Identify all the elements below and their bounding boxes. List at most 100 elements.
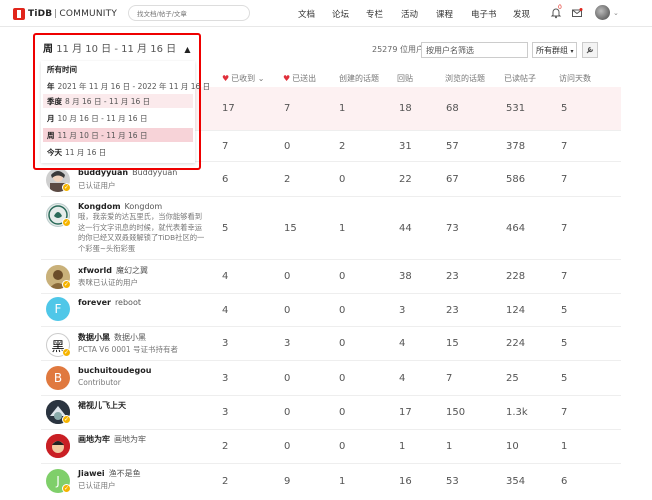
avatar[interactable] — [46, 434, 70, 458]
verified-badge-icon: ✓ — [62, 183, 71, 192]
nav-docs[interactable]: 文档 — [298, 8, 315, 20]
search-box[interactable] — [128, 5, 250, 21]
table-cell: 224 — [506, 338, 526, 349]
full-name: reboot — [114, 298, 141, 307]
table-cell: 5 — [561, 103, 568, 114]
table-cell: 4 — [222, 271, 229, 282]
table-cell: 15 — [446, 338, 459, 349]
table-cell: 1 — [339, 222, 346, 234]
heart-icon: ♥ — [283, 74, 291, 83]
nav-discover[interactable]: 发现 — [513, 8, 530, 20]
col-topics-viewed[interactable]: 浏览的话题 — [445, 73, 485, 84]
username[interactable]: 数据小黑 数据小黑 — [78, 332, 146, 343]
username-filter-input[interactable]: 按用户名筛选 — [421, 42, 528, 58]
table-cell: 7 — [561, 140, 568, 152]
table-cell: 1 — [399, 441, 406, 452]
username[interactable]: Jiawei 渔不是鱼 — [78, 468, 141, 479]
username[interactable]: 裙视儿飞上天 — [78, 400, 126, 411]
table-cell: 5 — [222, 222, 229, 234]
logo-community: COMMUNITY — [59, 8, 118, 19]
period-option-month[interactable]: 月 10 月 16 日 - 11 月 16 日 — [45, 112, 147, 126]
table-cell: 150 — [446, 407, 466, 418]
period-option-today[interactable]: 今天 11 月 16 日 — [45, 146, 106, 160]
username[interactable]: buchuitoudegou — [78, 366, 151, 375]
table-cell: 17 — [399, 407, 412, 418]
col-replies[interactable]: 回贴 — [397, 73, 413, 84]
table-cell: 7 — [561, 407, 568, 418]
verified-badge-icon: ✓ — [62, 484, 71, 493]
full-name: 渔不是鱼 — [108, 469, 141, 478]
table-cell: 17 — [222, 103, 235, 114]
avatar[interactable]: B — [46, 366, 70, 390]
table-cell: 0 — [339, 173, 346, 185]
table-cell: 464 — [506, 222, 526, 234]
col-posts-read[interactable]: 已读帖子 — [504, 73, 536, 84]
period-option-week[interactable]: 周 11 月 10 日 - 11 月 16 日 — [45, 129, 147, 143]
nav-courses[interactable]: 课程 — [436, 8, 453, 20]
top-header: TiDB COMMUNITY 文档 论坛 专栏 活动 课程 电子书 发现 0 ⌄ — [0, 0, 652, 27]
full-name: 画地为牢 — [114, 435, 146, 444]
heart-icon: ♥ — [222, 74, 230, 83]
nav-events[interactable]: 活动 — [401, 8, 418, 20]
table-cell: 73 — [446, 222, 459, 234]
table-cell: 4 — [399, 338, 406, 349]
period-option-quarter[interactable]: 季度 8 月 16 日 - 11 月 16 日 — [45, 95, 150, 109]
table-cell: 23 — [446, 271, 459, 282]
table-cell: 7 — [446, 372, 453, 384]
table-cell: 68 — [446, 103, 459, 114]
avatar[interactable]: F — [46, 297, 70, 321]
nav-forum[interactable]: 论坛 — [332, 8, 349, 20]
table-cell: 4 — [222, 304, 229, 316]
table-cell: 0 — [339, 338, 346, 349]
table-cell: 0 — [284, 441, 291, 452]
username[interactable]: Kongdom Kongdom — [78, 202, 162, 211]
table-cell: 531 — [506, 103, 526, 114]
table-cell: 0 — [339, 271, 346, 282]
table-cell: 0 — [284, 304, 291, 316]
table-cell: 3 — [222, 407, 229, 418]
table-cell: 3 — [399, 304, 406, 316]
table-cell: 38 — [399, 271, 412, 282]
table-cell: 6 — [222, 173, 229, 185]
nav-ebooks[interactable]: 电子书 — [471, 8, 497, 20]
table-cell: 378 — [506, 140, 526, 152]
tidb-logo-icon — [13, 7, 25, 20]
user-title: 表咪已认证的用户 — [78, 278, 138, 287]
col-likes-given[interactable]: ♥ 已送出 — [283, 73, 316, 84]
verified-badge-icon: ✓ — [62, 415, 71, 424]
col-likes-received[interactable]: ♥ 已收到 ⌄ — [222, 73, 264, 84]
group-select[interactable]: 所有群组 ▾ — [532, 42, 577, 58]
table-cell: 1.3k — [506, 407, 528, 418]
table-cell: 7 — [284, 103, 291, 114]
user-avatar[interactable] — [595, 5, 610, 20]
period-option-year[interactable]: 年 2021 年 11 月 16 日 - 2022 年 11 月 16 日 — [45, 80, 210, 94]
nav-column[interactable]: 专栏 — [366, 8, 383, 20]
table-cell: 3 — [284, 338, 291, 349]
table-cell: 2 — [284, 173, 291, 185]
table-row[interactable] — [41, 396, 621, 430]
col-topics-created[interactable]: 创建的话题 — [339, 73, 379, 84]
username[interactable]: forever reboot — [78, 298, 141, 307]
table-cell: 354 — [506, 476, 526, 487]
table-cell: 5 — [561, 304, 568, 316]
site-logo[interactable]: TiDB COMMUNITY — [13, 7, 117, 20]
table-cell: 3 — [222, 372, 229, 384]
username[interactable]: xfworld 魔幻之翼 — [78, 265, 148, 276]
period-option-all[interactable]: 所有时间 — [45, 63, 80, 77]
col-days-visited[interactable]: 访问天数 — [559, 73, 591, 84]
search-input[interactable] — [129, 7, 249, 21]
chevron-down-icon[interactable]: ⌄ — [613, 9, 619, 17]
notification-bell-icon[interactable]: 0 — [550, 4, 562, 19]
table-cell: 25 — [506, 372, 519, 384]
verified-badge-icon: ✓ — [62, 280, 71, 289]
table-cell: 4 — [399, 372, 406, 384]
table-cell: 7 — [561, 222, 568, 234]
wrench-icon[interactable] — [582, 42, 598, 58]
table-cell: 1 — [339, 103, 346, 114]
table-cell: 2 — [339, 140, 346, 152]
table-cell: 1 — [446, 441, 453, 452]
table-cell: 586 — [506, 173, 526, 185]
logo-brand: TiDB — [28, 8, 53, 19]
mail-icon[interactable] — [571, 7, 583, 19]
username[interactable]: 画地为牢 画地为牢 — [78, 434, 146, 445]
